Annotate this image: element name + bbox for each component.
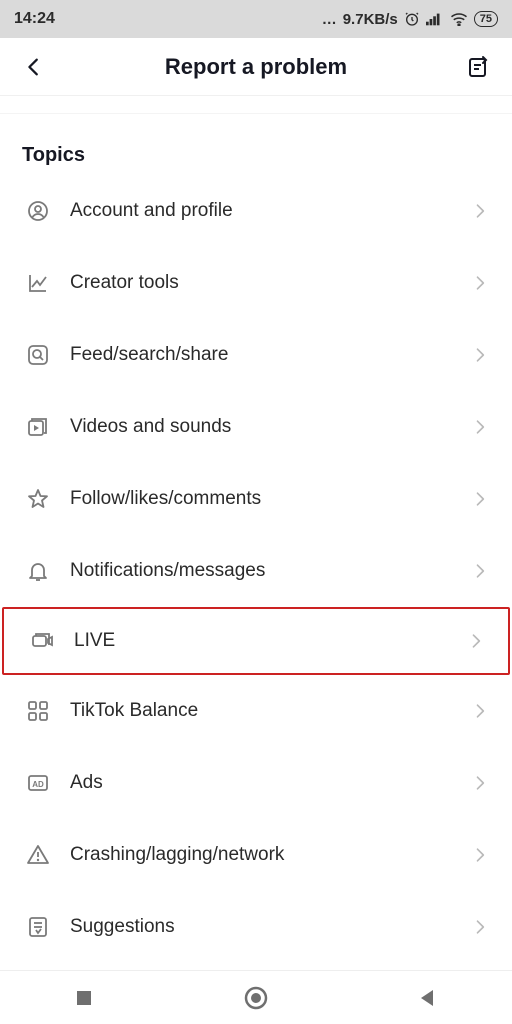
- topic-row-live[interactable]: LIVE: [2, 607, 510, 675]
- topic-row-tiktok-balance[interactable]: TikTok Balance: [0, 675, 512, 747]
- topic-row-ads[interactable]: Ads: [0, 747, 512, 819]
- topic-row-crashing-lagging-network[interactable]: Crashing/lagging/network: [0, 819, 512, 891]
- wifi-icon: [450, 12, 468, 26]
- alarm-icon: [404, 11, 420, 27]
- topic-row-account-and-profile[interactable]: Account and profile: [0, 175, 512, 247]
- topic-label: Suggestions: [54, 916, 470, 938]
- bell-icon: [22, 559, 54, 583]
- nav-home-button[interactable]: [243, 985, 269, 1011]
- chevron-right-icon: [470, 417, 490, 437]
- topic-label: Account and profile: [54, 200, 470, 222]
- status-time: 14:24: [14, 10, 55, 28]
- topic-label: LIVE: [58, 630, 466, 652]
- chevron-right-icon: [470, 773, 490, 793]
- signal-icon: [426, 12, 444, 26]
- doc-icon: [22, 915, 54, 939]
- app-header: Report a problem: [0, 38, 512, 96]
- star-icon: [22, 487, 54, 511]
- android-nav-bar: [0, 970, 512, 1024]
- topic-row-suggestions[interactable]: Suggestions: [0, 891, 512, 963]
- warning-icon: [22, 843, 54, 867]
- topic-label: Videos and sounds: [54, 416, 470, 438]
- topic-row-videos-and-sounds[interactable]: Videos and sounds: [0, 391, 512, 463]
- status-bar: 14:24 … 9.7KB/s 75: [0, 0, 512, 38]
- section-title: Topics: [0, 120, 512, 175]
- topic-label: Ads: [54, 772, 470, 794]
- chevron-right-icon: [470, 345, 490, 365]
- battery-icon: 75: [474, 11, 498, 27]
- nav-back-button[interactable]: [418, 988, 438, 1008]
- chevron-right-icon: [470, 273, 490, 293]
- topic-label: Creator tools: [54, 272, 470, 294]
- content: Topics Account and profile Creator tools F…: [0, 96, 512, 963]
- status-net-speed: 9.7KB/s: [343, 11, 398, 28]
- back-button[interactable]: [18, 51, 50, 83]
- live-icon: [26, 629, 58, 653]
- chevron-right-icon: [470, 845, 490, 865]
- page-title: Report a problem: [50, 54, 462, 80]
- chevron-right-icon: [470, 917, 490, 937]
- video-icon: [22, 415, 54, 439]
- apps-icon: [22, 699, 54, 723]
- chevron-right-icon: [466, 631, 486, 651]
- chevron-right-icon: [470, 561, 490, 581]
- search-icon: [22, 343, 54, 367]
- chevron-right-icon: [470, 489, 490, 509]
- topic-list: Account and profile Creator tools Feed/sea…: [0, 175, 512, 963]
- topic-row-creator-tools[interactable]: Creator tools: [0, 247, 512, 319]
- status-dots: …: [322, 11, 337, 28]
- topic-row-feed-search-share[interactable]: Feed/search/share: [0, 319, 512, 391]
- spacer: [0, 96, 512, 114]
- topic-row-follow-likes-comments[interactable]: Follow/likes/comments: [0, 463, 512, 535]
- chevron-right-icon: [470, 201, 490, 221]
- topic-label: TikTok Balance: [54, 700, 470, 722]
- chart-icon: [22, 271, 54, 295]
- feedback-button[interactable]: [462, 51, 494, 83]
- topic-label: Follow/likes/comments: [54, 488, 470, 510]
- profile-icon: [22, 199, 54, 223]
- topic-label: Notifications/messages: [54, 560, 470, 582]
- status-right: … 9.7KB/s 75: [322, 11, 498, 28]
- topic-row-notifications-messages[interactable]: Notifications/messages: [0, 535, 512, 607]
- chevron-right-icon: [470, 701, 490, 721]
- topic-label: Feed/search/share: [54, 344, 470, 366]
- ad-icon: [22, 771, 54, 795]
- topic-label: Crashing/lagging/network: [54, 844, 470, 866]
- nav-recent-button[interactable]: [74, 988, 94, 1008]
